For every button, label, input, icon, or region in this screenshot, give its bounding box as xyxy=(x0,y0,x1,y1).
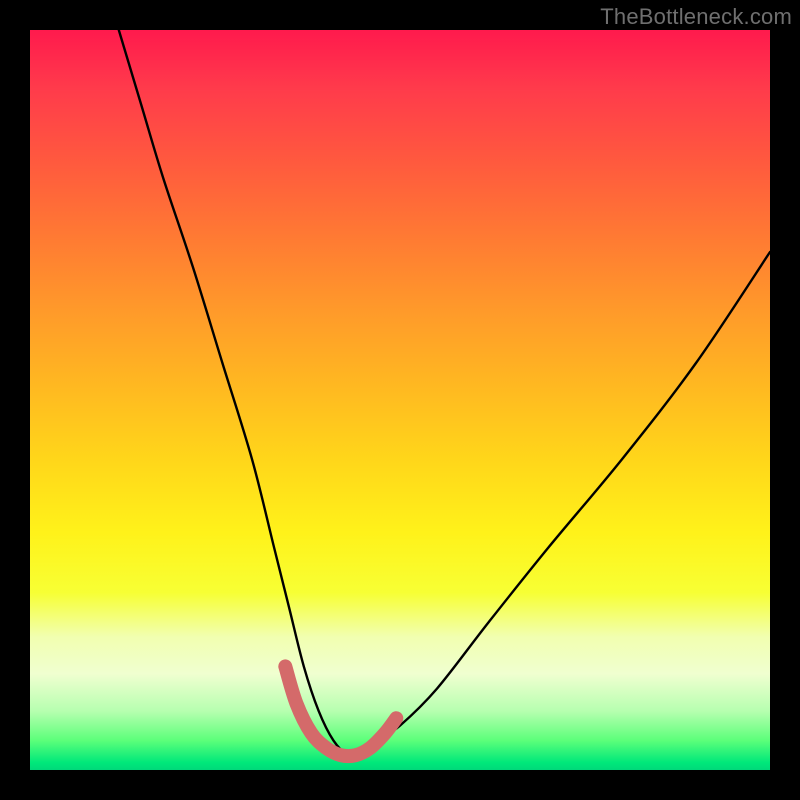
chart-frame: TheBottleneck.com xyxy=(0,0,800,800)
curves-svg xyxy=(30,30,770,770)
plot-area xyxy=(30,30,770,770)
bottleneck-curve xyxy=(119,30,770,757)
watermark-text: TheBottleneck.com xyxy=(600,4,792,30)
highlight-trough xyxy=(285,666,396,756)
